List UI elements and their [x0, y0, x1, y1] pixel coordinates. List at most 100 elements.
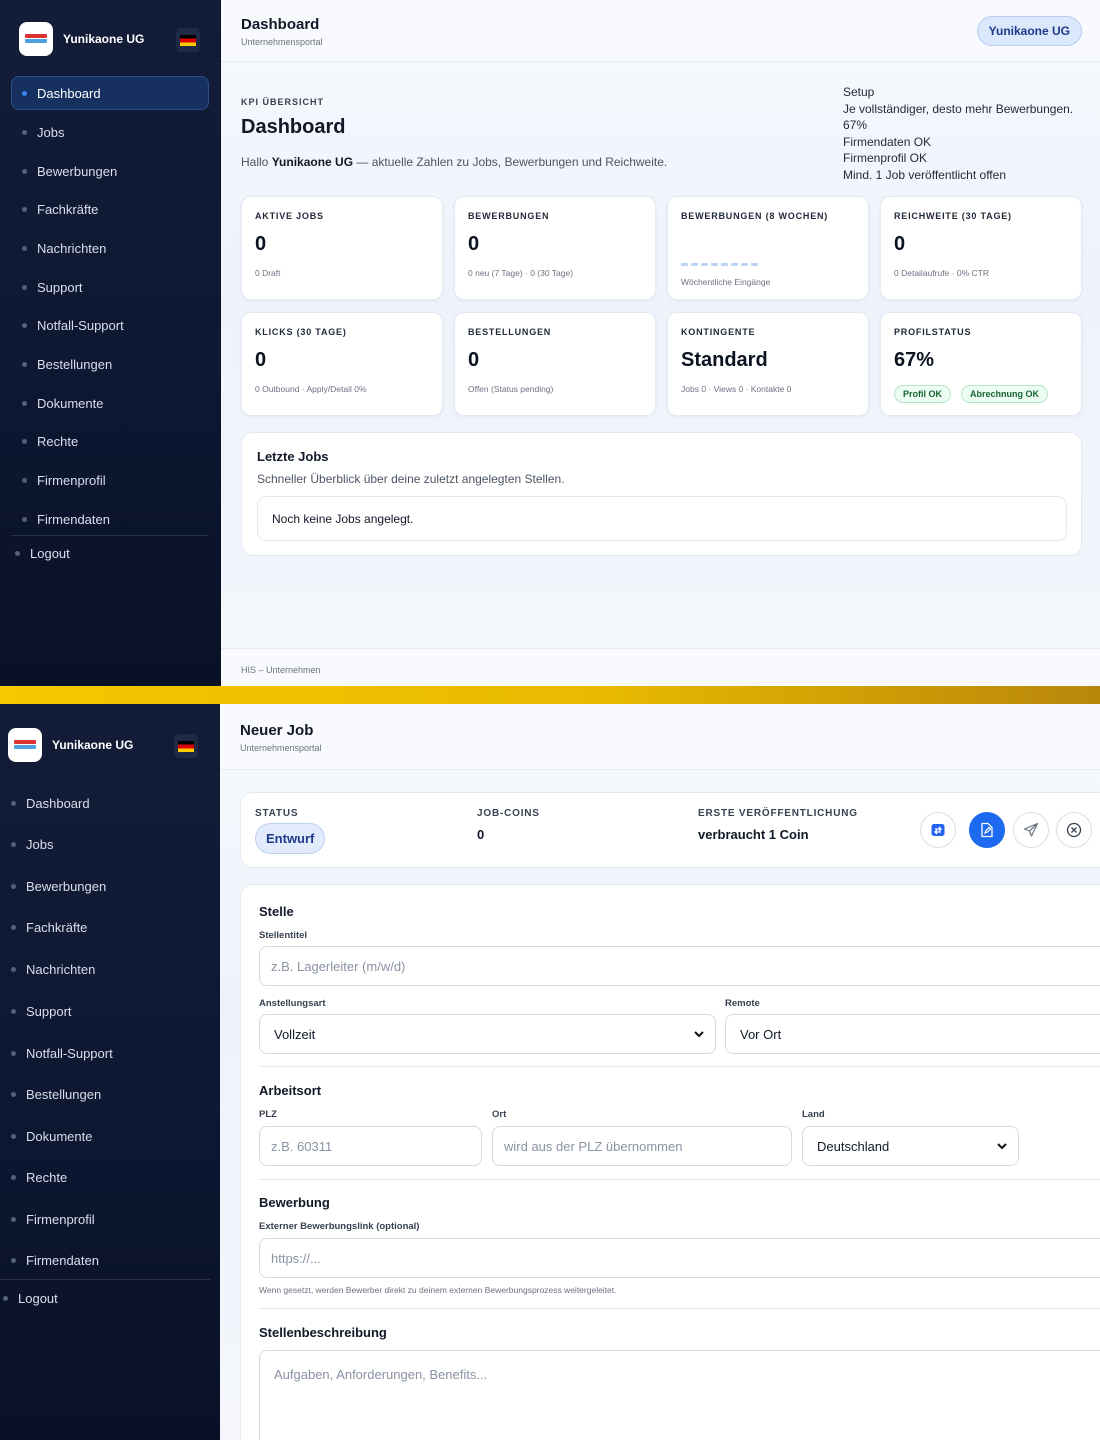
sidebar-item-bestellungen[interactable]: Bestellungen: [22, 347, 112, 381]
sidebar-item-nachrichten[interactable]: Nachrichten: [11, 952, 95, 986]
nav-label: Jobs: [26, 836, 54, 852]
job-title-input[interactable]: z.B. Lagerleiter (m/w/d): [259, 946, 1100, 986]
nav-label: Bestellungen: [26, 1086, 102, 1102]
sidebar-item-support[interactable]: Support: [11, 994, 72, 1028]
nav-label: Bewerbungen: [37, 163, 118, 179]
sidebar-item-firmenprofil[interactable]: Firmenprofil: [11, 1202, 95, 1236]
sidebar-item-notfall-support[interactable]: Notfall-Support: [11, 1036, 113, 1070]
sidebar-item-firmenprofil[interactable]: Firmenprofil: [22, 463, 106, 497]
kpi-card-aktive-jobs[interactable]: AKTIVE JOBS 0 0 Draft: [241, 196, 443, 300]
nav-label: Support: [26, 1003, 72, 1019]
setup-step: Mind. 1 Job veröffentlicht offen: [843, 167, 1006, 182]
bullet-icon: [22, 206, 27, 212]
bullet-icon: [22, 284, 27, 290]
nav-label: Dokumente: [37, 395, 104, 411]
sidebar-item-bestellungen[interactable]: Bestellungen: [11, 1077, 101, 1111]
save-draft-button[interactable]: [969, 812, 1005, 848]
sidebar-item-support[interactable]: Support: [22, 270, 83, 304]
greeting-text: Hallo Yunikaone UG — aktuelle Zahlen zu …: [241, 155, 667, 169]
sidebar-item-jobs[interactable]: Jobs: [22, 115, 64, 149]
close-button[interactable]: [1056, 812, 1092, 848]
sidebar-item-firmendaten[interactable]: Firmendaten: [11, 1243, 99, 1277]
sidebar-item-dashboard[interactable]: Dashboard: [11, 76, 209, 110]
sidebar-item-dashboard[interactable]: Dashboard: [11, 786, 90, 820]
sparkline-bar: [691, 263, 698, 266]
recent-jobs-empty-state: Noch keine Jobs angelegt.: [257, 496, 1067, 541]
remote-select[interactable]: Vor Ort: [725, 1014, 1100, 1054]
page-subtitle: Unternehmensportal: [240, 743, 322, 753]
bullet-icon: [11, 1257, 16, 1263]
sidebar-item-fachkraefte[interactable]: Fachkräfte: [11, 910, 87, 944]
status-badge-profil: Profil OK: [894, 385, 952, 403]
sidebar-item-nachrichten[interactable]: Nachrichten: [22, 231, 106, 265]
field-hint: Wenn gesetzt, werden Bewerber direkt zu …: [259, 1285, 617, 1295]
bullet-icon: [22, 400, 27, 406]
sidebar-item-firmendaten[interactable]: Firmendaten: [22, 502, 110, 536]
sidebar-item-notfall-support[interactable]: Notfall-Support: [22, 308, 124, 342]
footer-text: HIS – Unternehmen: [241, 665, 321, 675]
nav-label: Nachrichten: [37, 240, 107, 256]
sidebar-item-bewerbungen[interactable]: Bewerbungen: [22, 154, 117, 188]
coins-label: JOB-COINS: [477, 808, 540, 819]
topbar: Neuer Job Unternehmensportal: [220, 704, 1100, 770]
sidebar-item-rechte[interactable]: Rechte: [11, 1160, 67, 1194]
kpi-sub: Wöchentliche Eingänge: [681, 277, 771, 287]
company-name: Yunikaone UG: [63, 32, 145, 46]
logout-button[interactable]: Logout: [15, 536, 70, 570]
kpi-card-bewerbungen[interactable]: BEWERBUNGEN 0 0 neu (7 Tage) · 0 (30 Tag…: [454, 196, 656, 300]
kpi-card-klicks[interactable]: KLICKS (30 TAGE) 0 0 Outbound · Apply/De…: [241, 312, 443, 416]
kpi-card-bewerbungen-8-wochen[interactable]: BEWERBUNGEN (8 WOCHEN) Wöchentliche Eing…: [667, 196, 869, 300]
sparkline-bar: [711, 263, 718, 266]
kpi-sub: Offen (Status pending): [468, 384, 554, 394]
german-flag-icon[interactable]: [176, 28, 200, 52]
kpi-card-kontingente[interactable]: KONTINGENTE Standard Jobs 0 · Views 0 · …: [667, 312, 869, 416]
bullet-icon: [15, 550, 20, 556]
bullet-icon: [22, 129, 27, 135]
sidebar: Yunikaone UG Dashboard Jobs Bewerbungen …: [0, 704, 220, 1440]
job-description-textarea[interactable]: Aufgaben, Anforderungen, Benefits...: [259, 1350, 1100, 1440]
sidebar-item-fachkraefte[interactable]: Fachkräfte: [22, 192, 98, 226]
kpi-label: BESTELLUNGEN: [468, 327, 552, 337]
setup-progress: Setup Je vollständiger, desto mehr Bewer…: [843, 84, 1073, 184]
logout-button[interactable]: Logout: [3, 1281, 58, 1315]
sidebar-item-jobs[interactable]: Jobs: [11, 827, 53, 861]
kpi-card-profilstatus[interactable]: PROFILSTATUS 67% Profil OK Abrechnung OK: [880, 312, 1082, 416]
kpi-card-bestellungen[interactable]: BESTELLUNGEN 0 Offen (Status pending): [454, 312, 656, 416]
bullet-icon: [22, 477, 27, 483]
topbar: Dashboard Unternehmensportal Yunikaone U…: [221, 0, 1100, 62]
brand[interactable]: Yunikaone UG: [19, 22, 144, 56]
setup-title: Setup: [843, 85, 875, 99]
country-select[interactable]: Deutschland: [802, 1126, 1019, 1166]
weekly-sparkline: [681, 263, 758, 266]
german-flag-icon[interactable]: [174, 734, 198, 758]
sidebar-item-bewerbungen[interactable]: Bewerbungen: [11, 869, 106, 903]
kpi-card-reichweite[interactable]: REICHWEITE (30 TAGE) 0 0 Detailaufrufe ·…: [880, 196, 1082, 300]
user-menu-button[interactable]: Yunikaone UG: [976, 16, 1082, 46]
application-link-input[interactable]: https://...: [259, 1238, 1100, 1278]
zip-code-input[interactable]: z.B. 60311: [259, 1126, 482, 1166]
kpi-label: PROFILSTATUS: [894, 327, 972, 337]
brand[interactable]: Yunikaone UG: [8, 728, 133, 762]
nav-label: Firmenprofil: [26, 1211, 95, 1227]
sidebar-item-dokumente[interactable]: Dokumente: [22, 386, 103, 420]
employment-type-select[interactable]: Vollzeit: [259, 1014, 716, 1054]
select-value: Vollzeit: [274, 1027, 316, 1042]
sidebar: Yunikaone UG Dashboard Jobs Bewerbungen …: [0, 0, 220, 686]
kpi-sub: Jobs 0 · Views 0 · Kontakte 0: [681, 384, 792, 394]
bullet-icon: [22, 322, 27, 328]
preview-icon: [931, 824, 945, 836]
screenshot-divider: [0, 686, 1100, 704]
chevron-down-icon: [694, 1031, 704, 1038]
greeting-suffix: — aktuelle Zahlen zu Jobs, Bewerbungen u…: [353, 155, 668, 169]
close-circle-icon: [1066, 822, 1082, 838]
sidebar-item-dokumente[interactable]: Dokumente: [11, 1119, 92, 1153]
kpi-sub: 0 neu (7 Tage) · 0 (30 Tage): [468, 268, 574, 278]
kpi-sub: 0 Detailaufrufe · 0% CTR: [894, 268, 989, 278]
preview-button[interactable]: [920, 812, 956, 848]
bullet-icon: [22, 361, 27, 367]
publish-button[interactable]: [1013, 812, 1049, 848]
section-title-arbeitsort: Arbeitsort: [259, 1083, 322, 1098]
city-input[interactable]: wird aus der PLZ übernommen: [492, 1126, 792, 1166]
sidebar-item-rechte[interactable]: Rechte: [22, 424, 78, 458]
setup-hint: Je vollständiger, desto mehr Bewerbungen…: [843, 101, 1074, 116]
